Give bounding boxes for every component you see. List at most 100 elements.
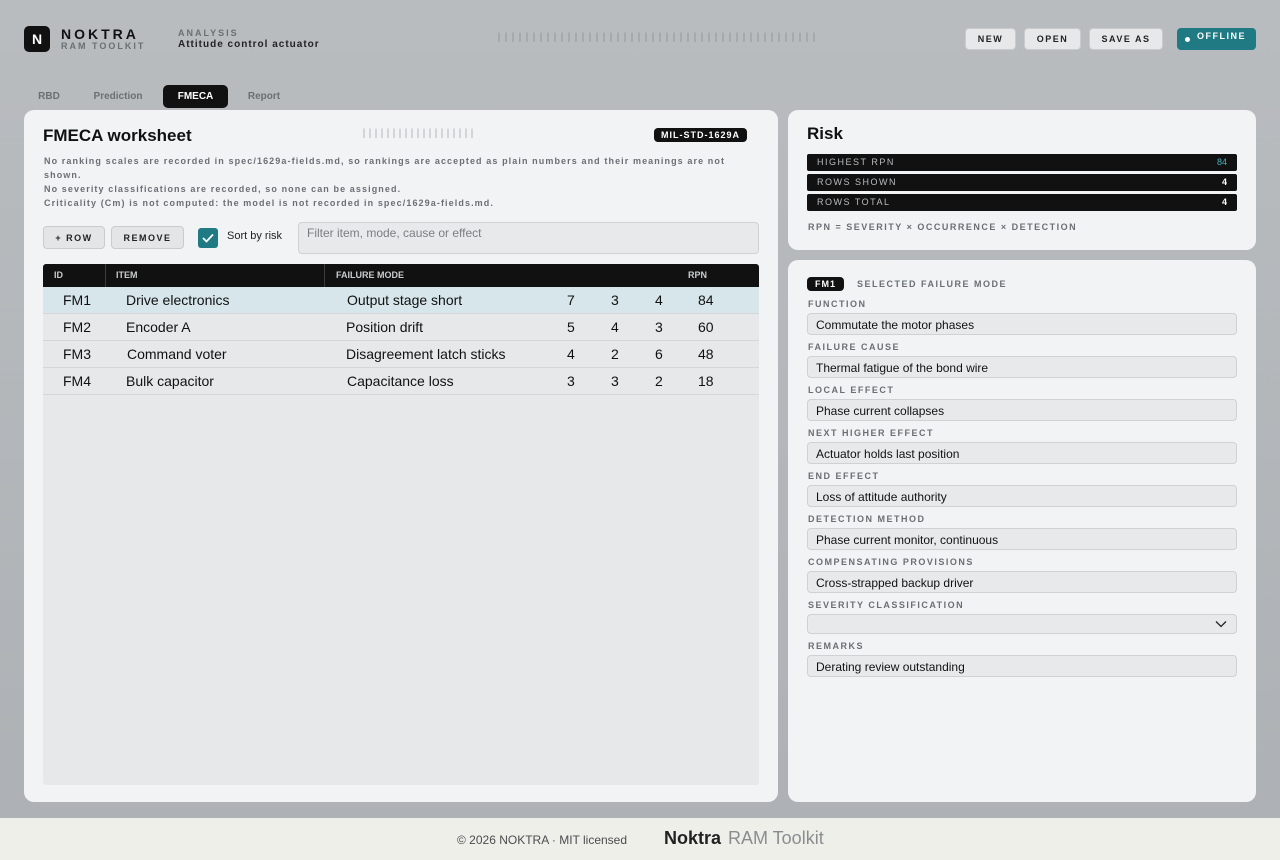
rows-shown-stat: ROWS SHOWN 4 [807,174,1237,191]
column-header-item[interactable]: ITEM [116,270,138,280]
cell-item: Encoder A [126,319,191,335]
app-header: N NOKTRA RAM TOOLKIT ANALYSIS Attitude c… [24,26,1256,52]
fmeca-worksheet-panel: FMECA worksheet ||||||||||||||||||| MIL-… [24,110,778,802]
stat-label: ROWS TOTAL [817,197,891,207]
cell-occurrence: 2 [611,346,619,362]
analysis-label: ANALYSIS [178,28,239,38]
cell-rpn: 18 [698,373,714,389]
cell-id: FM3 [63,346,91,362]
column-header-id[interactable]: ID [54,270,63,280]
cell-failure-mode: Position drift [346,319,424,335]
detection-method-label: DETECTION METHOD [808,514,926,524]
table-row[interactable]: FM4 Bulk capacitor Capacitance loss 3 3 … [43,368,759,395]
rpn-formula: RPN = SEVERITY × OCCURRENCE × DETECTION [808,222,1078,232]
cell-item: Command voter [127,346,227,362]
risk-panel: Risk HIGHEST RPN 84 ROWS SHOWN 4 ROWS TO… [788,110,1256,250]
worksheet-notes: No ranking scales are recorded in spec/1… [44,154,744,210]
cell-severity: 3 [567,373,575,389]
cell-detection: 3 [655,319,663,335]
stat-value: 84 [1216,157,1227,167]
stat-value: 4 [1221,197,1227,207]
worksheet-title: FMECA worksheet [43,126,192,145]
compensating-provisions-field[interactable]: Cross-strapped backup driver [807,571,1237,593]
end-effect-field[interactable]: Loss of attitude authority [807,485,1237,507]
cell-id: FM1 [63,292,91,308]
local-effect-label: LOCAL EFFECT [808,385,895,395]
failure-mode-detail-panel: FM1 SELECTED FAILURE MODE FUNCTION Commu… [788,260,1256,802]
offline-status-badge: OFFLINE [1177,28,1256,50]
function-field[interactable]: Commutate the motor phases [807,313,1237,335]
worksheet-tick-ruler: ||||||||||||||||||| [361,129,476,140]
detail-heading: SELECTED FAILURE MODE [857,279,1008,289]
compensating-provisions-label: COMPENSATING PROVISIONS [808,557,974,567]
cell-failure-mode: Disagreement latch sticks [346,346,506,362]
save-as-button[interactable]: SAVE AS [1089,28,1163,50]
cell-rpn: 48 [698,346,714,362]
add-row-button[interactable]: + ROW [43,226,105,249]
footer-brand: Noktra [664,828,722,848]
chevron-down-icon [1215,621,1227,628]
brand-name: NOKTRA [61,26,139,42]
cell-detection: 2 [655,373,663,389]
remove-row-button[interactable]: REMOVE [111,226,184,249]
new-button[interactable]: NEW [965,28,1016,50]
note-severity: No severity classifications are recorded… [44,184,402,194]
cell-occurrence: 4 [611,319,619,335]
cell-failure-mode: Capacitance loss [347,373,454,389]
tab-report[interactable]: Report [238,85,290,108]
table-row[interactable]: FM1 Drive electronics Output stage short… [43,287,759,314]
function-label: FUNCTION [808,299,867,309]
tab-prediction[interactable]: Prediction [84,85,152,108]
sort-by-risk-label[interactable]: Sort by risk [227,230,282,242]
standard-badge: MIL-STD-1629A [654,128,748,142]
status-dot-icon [1185,37,1190,42]
sort-by-risk-checkbox[interactable] [198,228,218,248]
risk-title: Risk [807,124,843,143]
table-row[interactable]: FM3 Command voter Disagreement latch sti… [43,341,759,368]
table-header: ID ITEM FAILURE MODE RPN [43,264,759,287]
column-divider [105,264,106,287]
table-row[interactable]: FM2 Encoder A Position drift 5 4 3 60 [43,314,759,341]
end-effect-label: END EFFECT [808,471,880,481]
failure-cause-label: FAILURE CAUSE [808,342,901,352]
note-ranking-scales: No ranking scales are recorded in spec/1… [44,156,726,180]
footer-product: RAM Toolkit [728,828,824,848]
cell-item: Drive electronics [126,292,230,308]
local-effect-field[interactable]: Phase current collapses [807,399,1237,421]
tab-rbd[interactable]: RBD [28,85,70,108]
app-footer: © 2026 NOKTRA · MIT licensed Noktra RAM … [0,818,1280,860]
open-button[interactable]: OPEN [1024,28,1081,50]
cell-severity: 7 [567,292,575,308]
column-header-rpn[interactable]: RPN [688,270,707,280]
next-higher-effect-field[interactable]: Actuator holds last position [807,442,1237,464]
cell-id: FM2 [63,319,91,335]
severity-classification-label: SEVERITY CLASSIFICATION [808,600,965,610]
check-icon [202,233,214,243]
header-tick-ruler: ||||||||||||||||||||||||||||||||||||||||… [496,33,819,44]
cell-detection: 4 [655,292,663,308]
column-header-failure-mode[interactable]: FAILURE MODE [336,270,404,280]
detection-method-field[interactable]: Phase current monitor, continuous [807,528,1237,550]
highest-rpn-stat: HIGHEST RPN 84 [807,154,1237,171]
remarks-field[interactable]: Derating review outstanding [807,655,1237,677]
stat-label: ROWS SHOWN [817,177,897,187]
cell-rpn: 60 [698,319,714,335]
cell-detection: 6 [655,346,663,362]
cell-occurrence: 3 [611,373,619,389]
remarks-label: REMARKS [808,641,865,651]
failure-cause-field[interactable]: Thermal fatigue of the bond wire [807,356,1237,378]
cell-failure-mode: Output stage short [347,292,463,308]
selected-id-badge: FM1 [807,277,844,291]
tab-fmeca[interactable]: FMECA [163,85,228,108]
cell-id: FM4 [63,373,91,389]
cell-occurrence: 3 [611,292,619,308]
cell-severity: 5 [567,319,575,335]
cell-rpn: 84 [698,292,714,308]
status-label: OFFLINE [1197,31,1246,41]
severity-classification-select[interactable] [807,614,1237,634]
cell-item: Bulk capacitor [126,373,214,389]
column-divider [324,264,325,287]
logo-icon: N [24,26,50,52]
filter-input[interactable] [298,222,759,254]
analysis-name: Attitude control actuator [178,39,320,50]
